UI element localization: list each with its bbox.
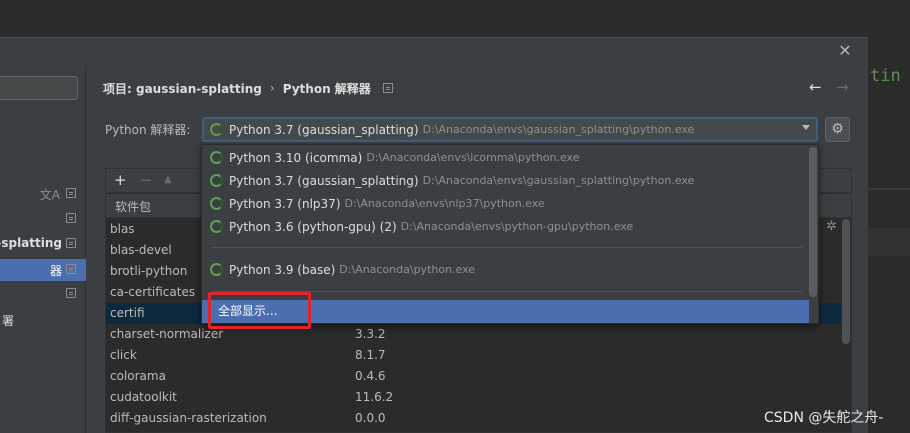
interpreter-option[interactable]: Python 3.9 (base) D:\Anaconda\python.exe	[202, 258, 809, 281]
interpreter-option-name: Python 3.7 (nlp37)	[229, 196, 341, 211]
package-name: brotli-python	[110, 264, 188, 278]
interpreter-selected-path: D:\Anaconda\envs\gaussian_splatting\pyth…	[422, 123, 695, 136]
interpreter-option[interactable]: Python 3.7 (nlp37) D:\Anaconda\envs\nlp37…	[202, 192, 809, 215]
settings-sidebar: 文A n-splatting 器 署	[0, 66, 86, 433]
interpreter-option-path: D:\Anaconda\envs\gaussian_splatting\pyth…	[422, 174, 695, 187]
python-env-icon	[210, 174, 223, 187]
package-version: 3.3.2	[355, 327, 386, 341]
package-version: 8.1.7	[355, 348, 386, 362]
sidebar-item-label: 器	[49, 264, 62, 278]
forward-arrow-icon[interactable]: →	[836, 78, 849, 96]
package-name: blas	[110, 222, 135, 236]
column-header-package[interactable]: 软件包	[115, 198, 151, 215]
add-package-button[interactable]: +	[114, 171, 127, 189]
interpreter-option-name: Python 3.7 (gaussian_splatting)	[229, 173, 419, 188]
package-name: diff-gaussian-rasterization	[110, 411, 267, 425]
back-arrow-icon[interactable]: ←	[809, 78, 822, 96]
editor-divider	[868, 188, 910, 190]
package-name: cudatoolkit	[110, 390, 177, 404]
package-version: 0.4.6	[355, 369, 386, 383]
interpreter-select[interactable]: Python 3.7 (gaussian_splatting) D:\Anaco…	[202, 117, 818, 142]
package-name: ca-certificates	[110, 285, 196, 299]
project-scope-icon	[66, 213, 76, 223]
dialog-titlebar: ✕	[0, 38, 868, 66]
editor-current-line	[868, 228, 910, 256]
sidebar-search-input[interactable]	[0, 76, 78, 100]
chevron-down-icon[interactable]	[802, 125, 810, 130]
dropdown-separator	[212, 247, 802, 248]
project-scope-icon	[66, 288, 76, 298]
interpreter-option[interactable]: Python 3.6 (python-gpu) (2) D:\Anaconda\e…	[202, 215, 809, 238]
upgrade-package-button[interactable]: ▲	[164, 171, 172, 189]
sidebar-item-python-interpreter[interactable]: 器	[0, 259, 86, 281]
table-row[interactable]: click 8.1.7	[106, 345, 841, 366]
package-name: blas-devel	[110, 243, 172, 257]
package-scrollbar[interactable]	[842, 219, 850, 344]
close-icon[interactable]: ✕	[836, 42, 854, 60]
sidebar-item-project[interactable]	[0, 208, 86, 230]
dropdown-scrollbar[interactable]	[809, 147, 817, 297]
python-env-icon	[210, 220, 223, 233]
interpreter-option[interactable]: Python 3.7 (gaussian_splatting) D:\Anacon…	[202, 169, 809, 192]
project-scope-icon	[66, 188, 76, 198]
python-env-icon	[210, 263, 223, 276]
package-version: 0.0.0	[355, 411, 386, 425]
sidebar-item-tools-row[interactable]: 文A	[0, 183, 86, 205]
python-env-icon	[210, 151, 223, 164]
breadcrumb-project[interactable]: 项目: gaussian-splatting	[103, 80, 262, 97]
sidebar-item-label: 署	[1, 314, 14, 328]
table-row[interactable]: diff-gaussian-rasterization 0.0.0	[106, 408, 841, 429]
annotation-highlight-box	[208, 292, 311, 329]
interpreter-label: Python 解释器:	[105, 123, 191, 137]
interpreter-option-name: Python 3.10 (icomma)	[229, 150, 363, 165]
package-name: click	[110, 348, 137, 362]
sidebar-item-label: n-splatting	[0, 236, 62, 250]
watermark: CSDN @失舵之舟-	[764, 410, 884, 426]
python-env-icon	[210, 197, 223, 210]
sidebar-item-deployment[interactable]: 署	[0, 309, 86, 331]
python-env-icon	[210, 123, 223, 136]
package-name: certifi	[110, 306, 145, 320]
interpreter-option-path: D:\Anaconda\envs\icomma\python.exe	[366, 151, 580, 164]
package-version: 11.6.2	[355, 390, 394, 404]
interpreter-option-path: D:\Anaconda\envs\nlp37\python.exe	[344, 197, 545, 210]
table-row[interactable]: cudatoolkit 11.6.2	[106, 387, 841, 408]
loading-spinner-icon: ✲	[826, 219, 837, 234]
interpreter-selected-name: Python 3.7 (gaussian_splatting)	[229, 122, 419, 137]
breadcrumb: 项目: gaussian-splatting › Python 解释器	[103, 79, 393, 97]
package-name: colorama	[110, 369, 166, 383]
project-scope-icon	[66, 264, 76, 274]
code-text: tin	[870, 66, 901, 86]
table-row[interactable]: colorama 0.4.6	[106, 366, 841, 387]
gear-icon[interactable]: ⚙	[825, 117, 850, 142]
project-scope-icon	[66, 238, 76, 248]
remove-package-button[interactable]: −	[140, 171, 153, 189]
sidebar-item-project-name[interactable]: n-splatting	[0, 233, 86, 255]
interpreter-option[interactable]: Python 3.10 (icomma) D:\Anaconda\envs\ico…	[202, 146, 809, 169]
project-scope-icon	[382, 83, 393, 93]
interpreter-option-name: Python 3.6 (python-gpu) (2)	[229, 219, 397, 234]
breadcrumb-page: Python 解释器	[282, 81, 371, 96]
interpreter-option-name: Python 3.9 (base)	[229, 262, 336, 277]
translate-icon: 文A	[39, 188, 60, 202]
interpreter-option-path: D:\Anaconda\python.exe	[339, 263, 476, 276]
package-name: charset-normalizer	[110, 327, 224, 341]
breadcrumb-separator: ›	[269, 81, 275, 95]
interpreter-option-path: D:\Anaconda\envs\python-gpu\python.exe	[400, 220, 634, 233]
sidebar-item-structure[interactable]	[0, 283, 86, 305]
